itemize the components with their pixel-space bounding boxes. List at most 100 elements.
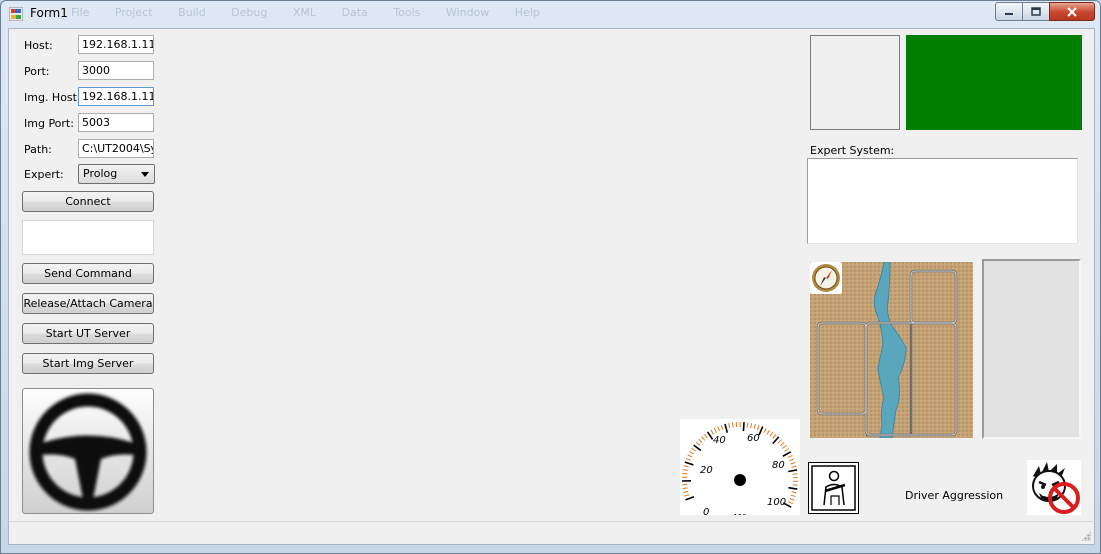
img-port-label: Img Port: bbox=[24, 117, 74, 130]
port-label: Port: bbox=[24, 65, 50, 78]
window-title: Form1 bbox=[30, 6, 68, 20]
maximize-button[interactable] bbox=[1022, 2, 1050, 21]
port-input[interactable]: 3000 bbox=[78, 61, 154, 80]
title-bar[interactable]: Form1 File Project Build Debug XML Data … bbox=[1, 1, 1100, 27]
driver-aggression-label: Driver Aggression bbox=[905, 489, 1004, 502]
expert-select[interactable]: Prolog bbox=[78, 164, 155, 184]
speedometer-tick bbox=[713, 427, 717, 433]
ghost-menu-item: File bbox=[71, 6, 90, 19]
speedometer: 20 40 60 80 100 0 120 bbox=[680, 419, 800, 515]
start-ut-server-button[interactable]: Start UT Server bbox=[22, 323, 154, 344]
speedometer-tick bbox=[756, 425, 760, 431]
speed-tick-label: 60 bbox=[747, 433, 760, 444]
speedometer-tick bbox=[710, 429, 714, 435]
img-host-input[interactable]: 192.168.1.115 bbox=[78, 87, 154, 106]
close-icon bbox=[1067, 6, 1077, 17]
steering-wheel-button[interactable] bbox=[22, 388, 154, 514]
speedometer-tick bbox=[685, 457, 691, 461]
speedometer-tick bbox=[790, 461, 796, 465]
host-input[interactable]: 192.168.1.115 bbox=[78, 35, 154, 54]
close-button[interactable] bbox=[1049, 2, 1095, 21]
speedometer-tick bbox=[769, 431, 774, 437]
path-label: Path: bbox=[24, 143, 52, 156]
background-menu-ghost: File Project Build Debug XML Data Tools … bbox=[71, 6, 562, 19]
speed-tick-label: 80 bbox=[772, 460, 785, 471]
minimize-icon bbox=[1005, 12, 1013, 15]
img-port-input[interactable]: 5003 bbox=[78, 113, 154, 132]
ghost-menu-item: Data bbox=[341, 6, 368, 19]
speedometer-tick bbox=[788, 469, 798, 473]
speedometer-tick bbox=[691, 447, 696, 452]
ghost-menu-item: Debug bbox=[231, 6, 268, 19]
speedometer-tick bbox=[788, 501, 794, 505]
speedometer-tick bbox=[706, 431, 714, 440]
seatbelt-button[interactable] bbox=[808, 462, 859, 514]
compass-icon bbox=[812, 264, 840, 292]
speedometer-tick bbox=[717, 426, 721, 432]
ghost-menu-item: Build bbox=[178, 6, 206, 19]
speedometer-tick bbox=[790, 494, 796, 498]
camera-view-panel bbox=[810, 35, 900, 130]
speedometer-tick bbox=[791, 491, 797, 494]
maximize-icon bbox=[1031, 7, 1041, 16]
connect-button[interactable]: Connect bbox=[22, 191, 154, 212]
speedometer-tick bbox=[791, 465, 797, 468]
app-icon bbox=[9, 7, 23, 21]
aggression-button[interactable] bbox=[1027, 460, 1081, 515]
speedometer-gauge: 20 40 60 80 100 0 120 bbox=[681, 421, 798, 515]
speedometer-tick bbox=[750, 423, 753, 429]
speedometer-tick bbox=[724, 423, 729, 433]
ghost-menu-item: Tools bbox=[393, 6, 421, 19]
ghost-menu-item: Project bbox=[114, 6, 153, 19]
speedometer-tick bbox=[701, 436, 706, 441]
window-controls bbox=[995, 2, 1095, 21]
speedometer-tick bbox=[683, 490, 689, 493]
release-attach-camera-button[interactable]: Release/Attach Camera bbox=[22, 293, 154, 314]
chevron-down-icon bbox=[141, 172, 149, 177]
speedometer-tick bbox=[684, 494, 690, 497]
speed-tick-label: 20 bbox=[700, 465, 713, 476]
expert-selected-value: Prolog bbox=[83, 167, 118, 180]
status-color-box bbox=[906, 35, 1082, 130]
speedometer-tick bbox=[698, 438, 703, 444]
speed-tick-label: 40 bbox=[713, 435, 726, 446]
speedometer-tick bbox=[784, 448, 790, 452]
speedometer-tick bbox=[684, 461, 694, 466]
send-command-button[interactable]: Send Command bbox=[22, 263, 154, 284]
speedometer-tick bbox=[789, 458, 795, 462]
minimize-button[interactable] bbox=[995, 2, 1023, 21]
speedometer-tick bbox=[732, 422, 734, 428]
angry-driver-icon bbox=[1032, 462, 1080, 514]
seatbelt-icon bbox=[811, 465, 856, 511]
speedometer-tick bbox=[787, 454, 793, 458]
speedometer-tick bbox=[682, 487, 688, 490]
command-input[interactable] bbox=[22, 220, 154, 255]
speedometer-tick bbox=[766, 429, 770, 435]
speed-tick-label: 100 bbox=[767, 497, 786, 508]
expert-label: Expert: bbox=[24, 168, 64, 181]
speedometer-tick bbox=[689, 451, 695, 455]
speed-tick-label: 120 bbox=[733, 513, 747, 515]
speedometer-tick bbox=[704, 433, 708, 439]
speedometer-tick bbox=[782, 445, 787, 449]
speedometer-tick bbox=[780, 442, 785, 447]
speedometer-hub bbox=[734, 474, 746, 486]
steering-wheel-icon bbox=[29, 393, 147, 511]
speedometer-tick bbox=[683, 465, 689, 468]
client-area: Host: 192.168.1.115 Port: 3000 Img. Host… bbox=[8, 28, 1095, 522]
speedometer-tick bbox=[742, 422, 745, 432]
speedometer-tick bbox=[788, 486, 798, 490]
expert-system-label: Expert System: bbox=[810, 144, 895, 157]
start-img-server-button[interactable]: Start Img Server bbox=[22, 353, 154, 374]
compass-button[interactable] bbox=[810, 262, 842, 294]
path-input[interactable]: C:\UT2004\Sy bbox=[78, 139, 154, 158]
speedometer-tick bbox=[728, 423, 731, 429]
expert-system-output[interactable] bbox=[807, 158, 1078, 244]
ghost-menu-item: XML bbox=[292, 6, 317, 19]
resize-grip-icon[interactable] bbox=[1081, 531, 1091, 541]
img-host-label: Img. Host: bbox=[24, 91, 81, 104]
speedometer-tick bbox=[687, 454, 693, 458]
speedometer-tick bbox=[782, 451, 792, 457]
main-window: Form1 File Project Build Debug XML Data … bbox=[0, 0, 1101, 554]
aggression-meter-panel bbox=[982, 259, 1081, 439]
